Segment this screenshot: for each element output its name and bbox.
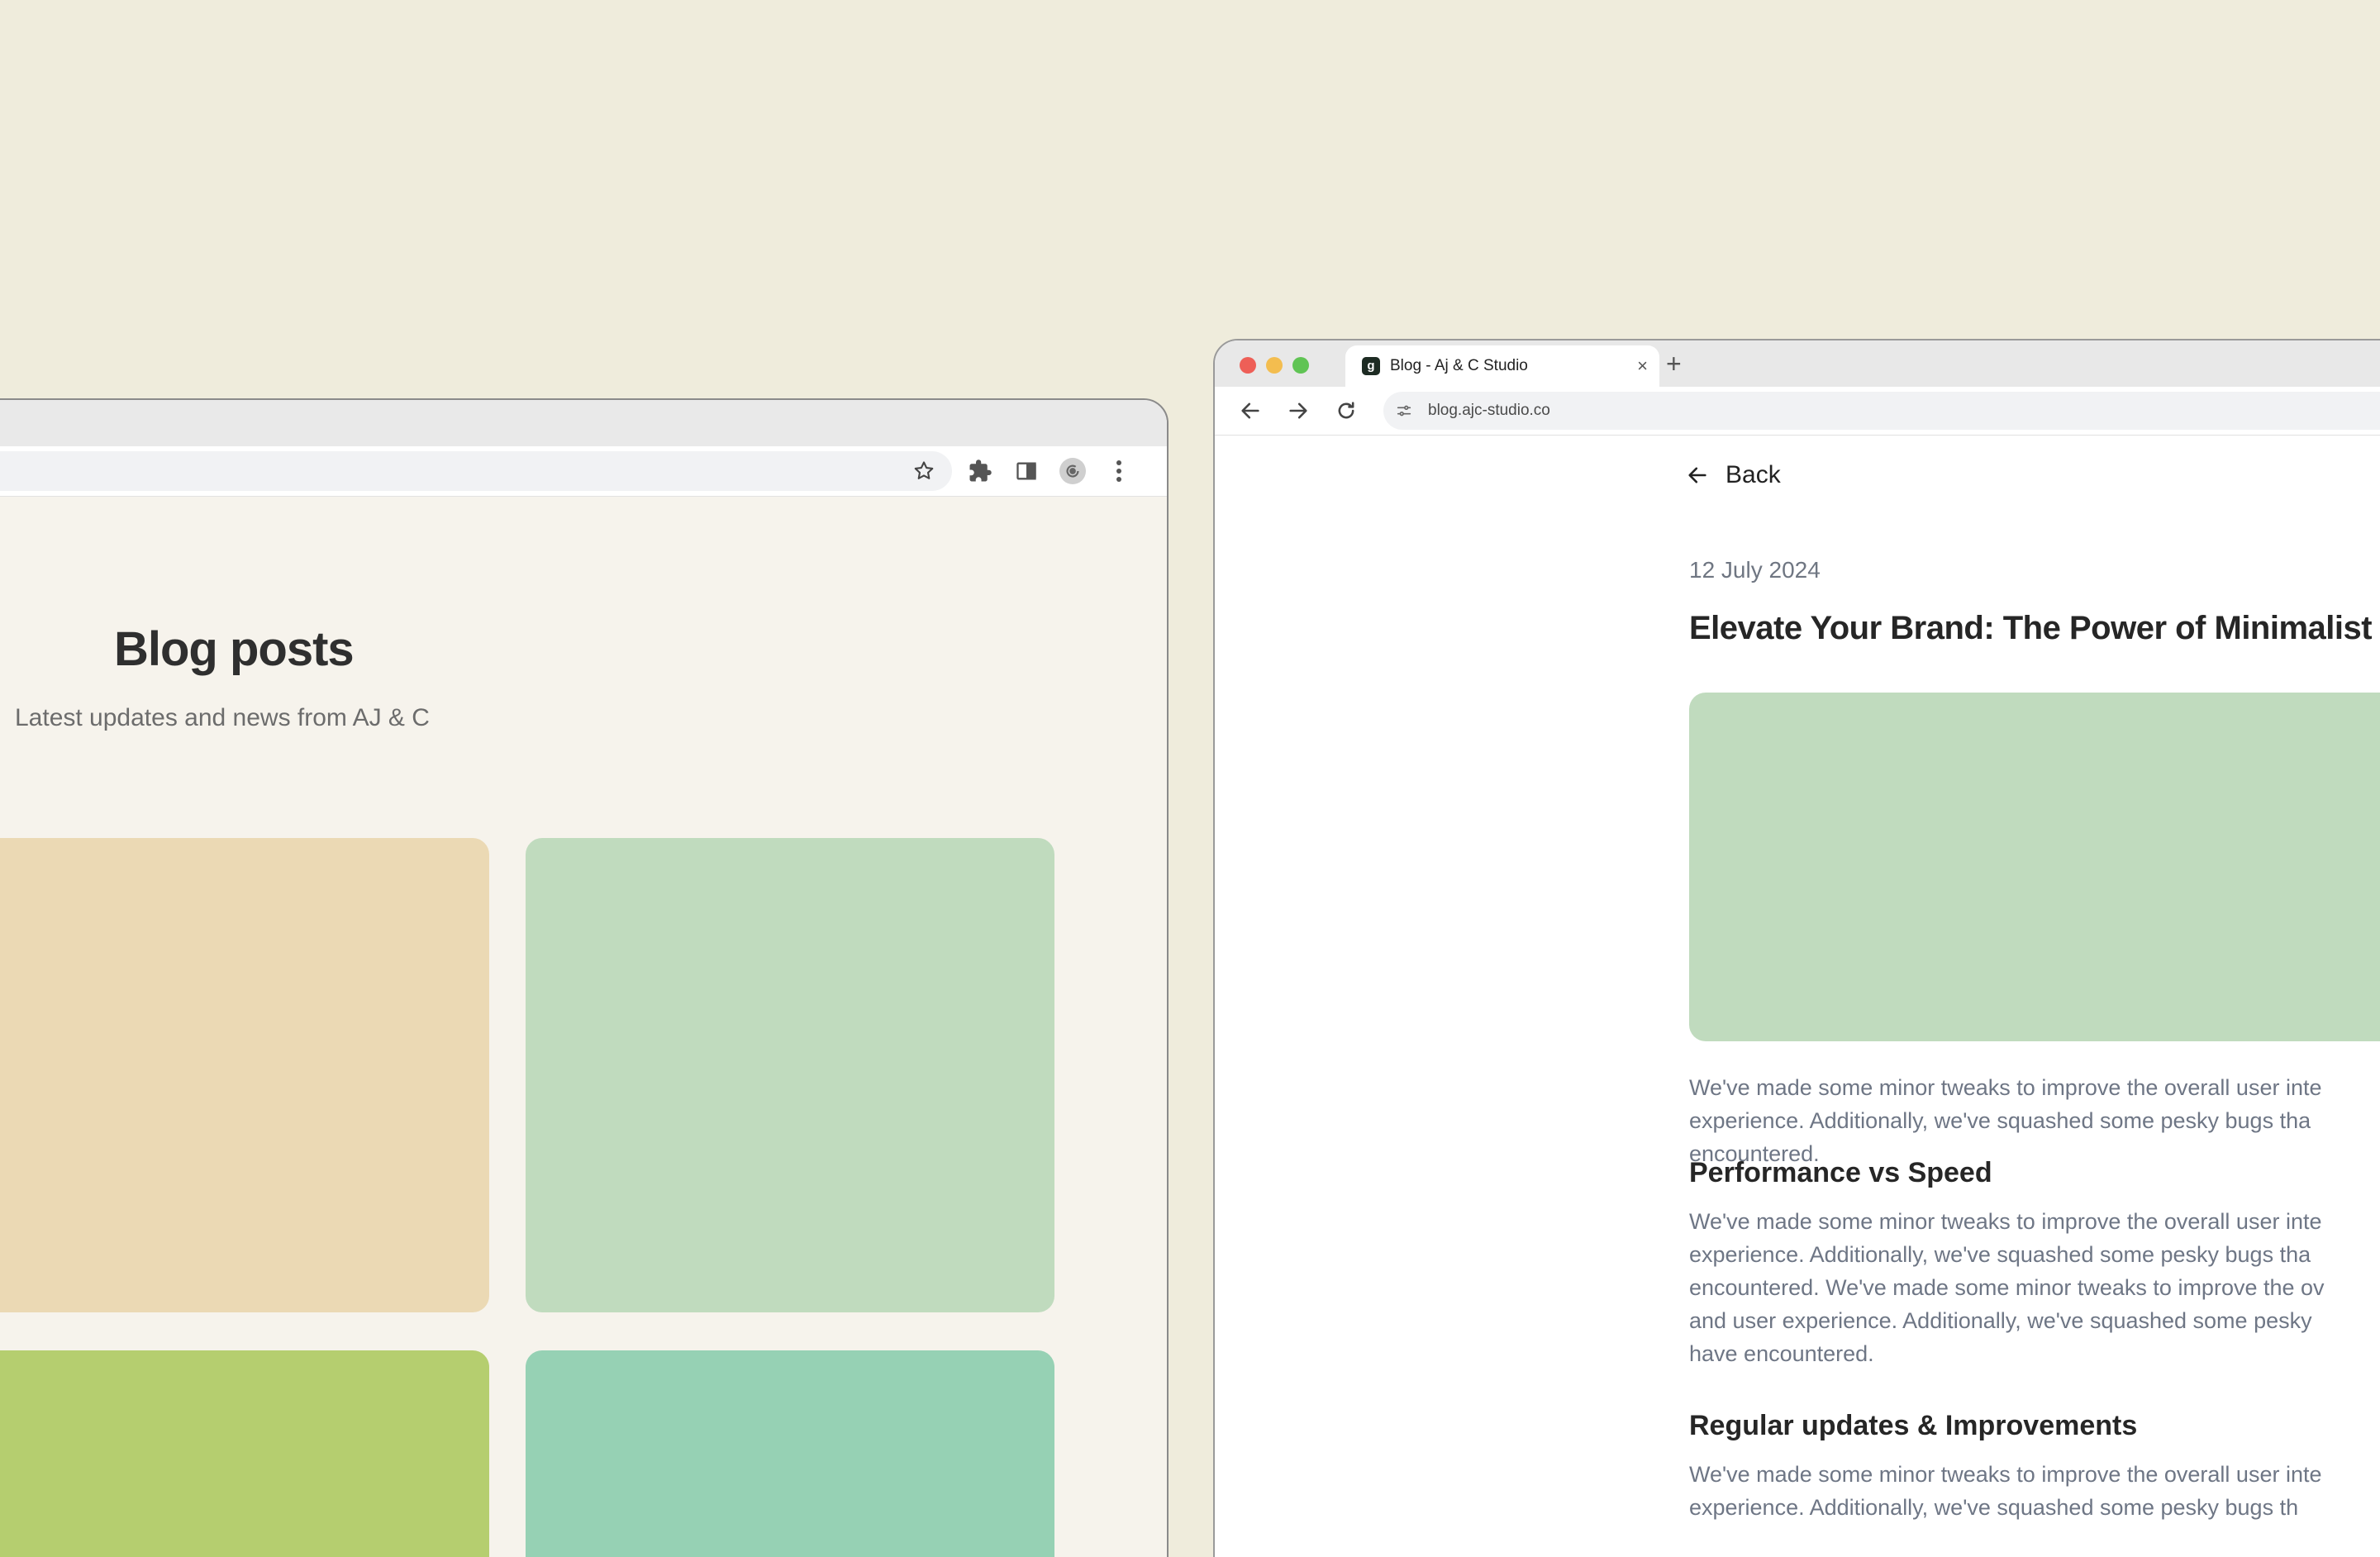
- article-paragraph-2: We've made some minor tweaks to improve …: [1689, 1209, 2325, 1366]
- blog-card[interactable]: [0, 1350, 489, 1557]
- left-browser-window: Blog posts Latest updates and news from …: [0, 398, 1169, 1557]
- article-date: 12 July 2024: [1689, 557, 1821, 583]
- blog-card[interactable]: [0, 838, 489, 1312]
- article-paragraph-1: We've made some minor tweaks to improve …: [1689, 1075, 2322, 1166]
- url-text: blog.ajc-studio.co: [1428, 402, 1550, 419]
- article-headline: Elevate Your Brand: The Power of Minimal…: [1689, 610, 2380, 646]
- minimize-window-button[interactable]: [1266, 357, 1283, 374]
- browser-forward-icon[interactable]: [1284, 397, 1312, 425]
- new-tab-icon[interactable]: +: [1666, 349, 1682, 379]
- arrow-left-icon: [1688, 467, 1706, 483]
- right-toolbar: blog.ajc-studio.co: [1215, 387, 2380, 436]
- reload-icon[interactable]: [1332, 397, 1360, 425]
- article-paragraph-3: We've made some minor tweaks to improve …: [1689, 1462, 2322, 1520]
- maximize-window-button[interactable]: [1292, 357, 1309, 374]
- left-toolbar: [0, 446, 1167, 497]
- section-heading-2: Regular updates & Improvements: [1689, 1410, 2138, 1441]
- left-tabstrip: [0, 400, 1167, 446]
- tab-close-icon[interactable]: ×: [1637, 355, 1648, 377]
- kebab-menu-icon[interactable]: [1106, 458, 1132, 484]
- back-label: Back: [1726, 461, 1781, 488]
- page-title: Blog posts: [114, 622, 355, 676]
- site-settings-icon[interactable]: [1395, 402, 1413, 420]
- tab-title: Blog - Aj & C Studio: [1390, 357, 1528, 374]
- tab-blog[interactable]: g Blog - Aj & C Studio ×: [1345, 345, 1659, 387]
- site-favicon-icon: g: [1362, 357, 1380, 375]
- right-tabstrip: g Blog - Aj & C Studio × +: [1215, 340, 2380, 387]
- blog-list-page: Blog posts Latest updates and news from …: [0, 498, 1167, 1557]
- blog-article-page: Back 12 July 2024 Elevate Your Brand: Th…: [1215, 436, 2380, 1557]
- star-icon[interactable]: [912, 459, 935, 483]
- profile-avatar-icon[interactable]: [1059, 458, 1086, 484]
- desktop-canvas: Blog posts Latest updates and news from …: [0, 0, 2380, 1557]
- side-panel-icon[interactable]: [1013, 458, 1040, 484]
- browser-back-icon[interactable]: [1236, 397, 1264, 425]
- avatar: [1059, 458, 1086, 484]
- extensions-icon[interactable]: [967, 458, 993, 484]
- back-button[interactable]: Back: [1686, 461, 1781, 489]
- blog-card[interactable]: [526, 1350, 1054, 1557]
- left-omnibox[interactable]: [0, 451, 952, 491]
- close-window-button[interactable]: [1240, 357, 1256, 374]
- article-hero-image: [1689, 693, 2380, 1041]
- section-heading-1: Performance vs Speed: [1689, 1157, 1992, 1188]
- page-subtitle: Latest updates and news from AJ & C: [15, 704, 430, 731]
- blog-card[interactable]: [526, 838, 1054, 1312]
- address-bar[interactable]: blog.ajc-studio.co: [1383, 392, 2380, 430]
- right-browser-window: g Blog - Aj & C Studio × + blog.ajc-stud…: [1213, 339, 2380, 1557]
